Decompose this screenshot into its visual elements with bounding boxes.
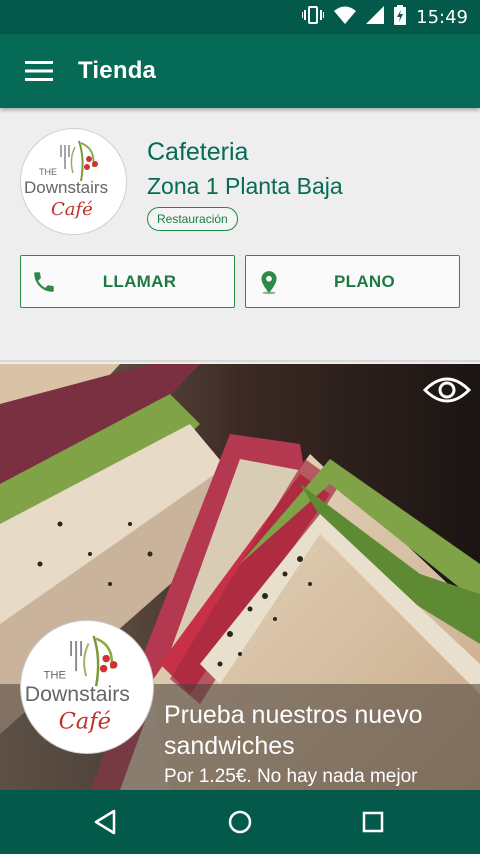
map-button[interactable]: PLANO (245, 255, 460, 308)
promo-title: Prueba nuestros nuevo sandwiches (164, 701, 423, 760)
logo-text-cafe: Café (51, 199, 93, 220)
store-logo: THE Downstairs Café (20, 128, 127, 235)
phone-icon (31, 269, 57, 295)
promo-logo-text-cafe: Café (59, 709, 111, 735)
wifi-icon (334, 6, 357, 29)
home-circle-icon[interactable] (220, 802, 260, 842)
status-time: 15:49 (416, 6, 468, 28)
store-name: Cafeteria (147, 138, 249, 166)
promo-logo-text-downstairs: Downstairs (25, 682, 130, 706)
hamburger-menu-icon[interactable] (0, 34, 78, 108)
page-title: Tienda (78, 57, 157, 84)
promo-logo-text-the: THE (44, 670, 67, 682)
call-button[interactable]: LLAMAR (20, 255, 235, 308)
system-nav-bar (0, 790, 480, 854)
recents-square-icon[interactable] (353, 802, 393, 842)
signal-icon (366, 5, 385, 29)
promo-banner[interactable]: THE Downstairs Café Prueba nuestros nuev… (0, 364, 480, 790)
app-bar: Tienda (0, 34, 480, 108)
back-triangle-icon[interactable] (86, 802, 126, 842)
eye-icon[interactable] (422, 370, 472, 410)
store-info-card: THE Downstairs Café Cafeteria Zona 1 Pla… (0, 108, 480, 362)
map-pin-icon (256, 269, 282, 295)
category-chip[interactable]: Restauración (147, 207, 238, 231)
logo-text-downstairs: Downstairs (24, 178, 108, 197)
store-location: Zona 1 Planta Baja (147, 173, 343, 199)
promo-logo: THE Downstairs Café (20, 620, 154, 754)
battery-charging-icon (394, 4, 407, 30)
promo-subtitle: Por 1.25€. No hay nada mejor (164, 766, 418, 787)
status-bar: 15:49 (0, 0, 480, 34)
logo-text-the: THE (39, 167, 57, 177)
vibrate-icon (301, 5, 326, 29)
